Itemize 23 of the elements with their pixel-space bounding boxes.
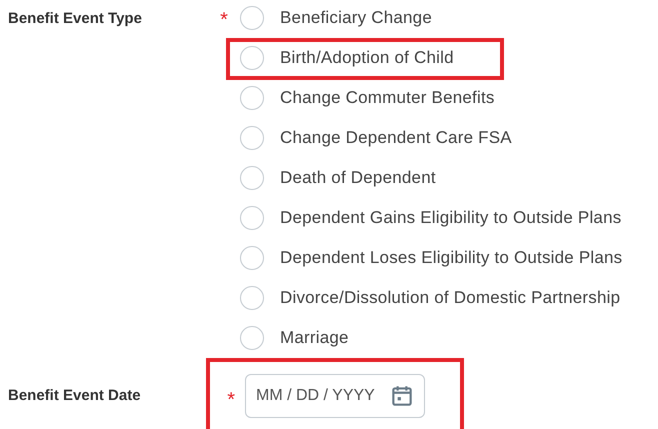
radio-button[interactable]	[240, 126, 264, 150]
date-field[interactable]: MM / DD / YYYY	[245, 374, 425, 418]
option-label[interactable]: Marriage	[280, 325, 349, 351]
required-asterisk: *	[220, 9, 228, 31]
option-label[interactable]: Divorce/Dissolution of Domestic Partnership	[280, 285, 620, 311]
option-label[interactable]: Birth/Adoption of Child	[280, 45, 454, 71]
radio-button[interactable]	[240, 206, 264, 230]
radio-button[interactable]	[240, 46, 264, 70]
option-label[interactable]: Death of Dependent	[280, 165, 436, 191]
option-label[interactable]: Beneficiary Change	[280, 5, 432, 31]
option-label[interactable]: Dependent Loses Eligibility to Outside Plans	[280, 245, 622, 271]
field-label: Benefit Event Type	[7, 9, 143, 29]
option-label[interactable]: Change Commuter Benefits	[280, 85, 495, 111]
radio-button[interactable]	[240, 246, 264, 270]
radio-button[interactable]	[240, 166, 264, 190]
radio-button[interactable]	[240, 326, 264, 350]
option-label[interactable]: Dependent Gains Eligibility to Outside Plans	[280, 205, 622, 231]
radio-button[interactable]	[240, 286, 264, 310]
option-label[interactable]: Change Dependent Care FSA	[280, 125, 512, 151]
required-asterisk: *	[227, 389, 235, 411]
radio-button[interactable]	[240, 6, 264, 30]
field-label: Benefit Event Date	[7, 386, 142, 406]
radio-button[interactable]	[240, 86, 264, 110]
